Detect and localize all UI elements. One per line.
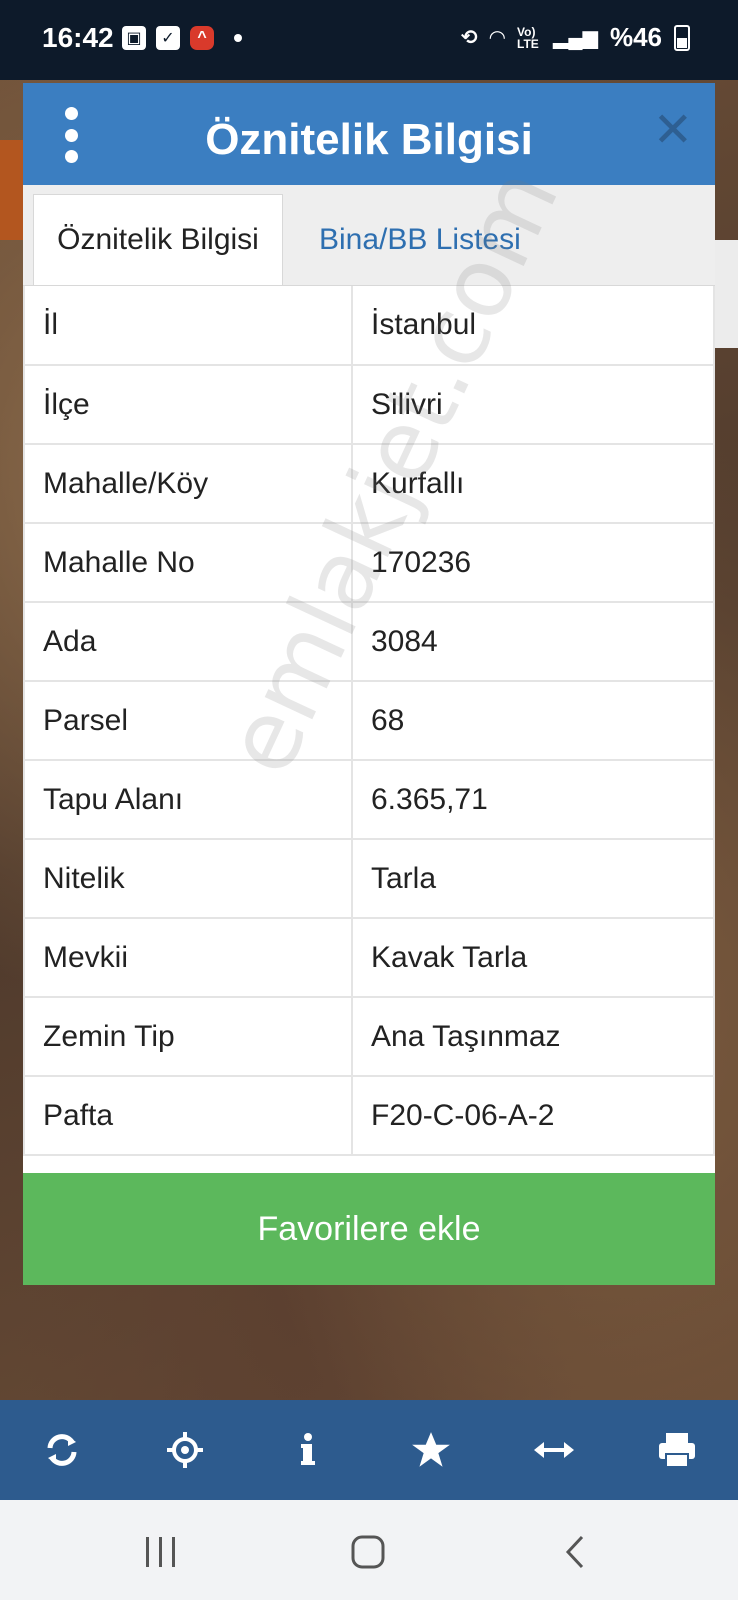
- battery-text: %46: [609, 22, 662, 52]
- attribute-table: İl İstanbul İlçe Silivri Mahalle/Köy Kurfallı…: [23, 286, 715, 1156]
- attribute-value: Silivri: [351, 364, 715, 445]
- signal-icon: ▂▄▆: [553, 27, 598, 49]
- attribute-value: İstanbul: [351, 286, 715, 366]
- close-icon[interactable]: ✕: [653, 107, 693, 155]
- attribute-label: Ada: [23, 601, 353, 682]
- table-row: Mahalle/Köy Kurfallı: [23, 443, 715, 524]
- table-row: Zemin Tip Ana Taşınmaz: [23, 996, 715, 1077]
- status-time: 16:42: [42, 22, 114, 53]
- table-row: Tapu Alanı 6.365,71: [23, 759, 715, 840]
- attribute-value: 170236: [351, 522, 715, 603]
- attribute-value: 3084: [351, 601, 715, 682]
- attribute-label: Nitelik: [23, 838, 353, 919]
- print-icon[interactable]: [647, 1420, 707, 1480]
- bottom-toolbar: [0, 1400, 738, 1500]
- attribute-value: 68: [351, 680, 715, 761]
- attribute-value: Tarla: [351, 838, 715, 919]
- table-row: İl İstanbul: [23, 286, 715, 366]
- modal-header: Öznitelik Bilgisi ✕: [23, 83, 715, 185]
- attribute-value: Ana Taşınmaz: [351, 996, 715, 1077]
- info-icon[interactable]: [278, 1420, 338, 1480]
- recent-apps-button[interactable]: [131, 1530, 191, 1574]
- attribute-value: 6.365,71: [351, 759, 715, 840]
- attribute-label: İl: [23, 286, 353, 366]
- attribute-value: F20-C-06-A-2: [351, 1075, 715, 1156]
- table-row: Parsel 68: [23, 680, 715, 761]
- attribute-label: Mahalle No: [23, 522, 353, 603]
- star-icon[interactable]: [401, 1420, 461, 1480]
- status-bar: 16:42 ▣ ✓ ^ ⟲ ◠ Vo) LTE ▂▄▆ %46: [0, 0, 738, 80]
- attribute-info-modal: Öznitelik Bilgisi ✕ Öznitelik Bilgisi Bi…: [23, 83, 715, 1285]
- notification-icons: ▣ ✓ ^: [122, 26, 242, 50]
- table-row: İlçe Silivri: [23, 364, 715, 445]
- more-notifications-icon: [234, 34, 242, 42]
- table-row: Ada 3084: [23, 601, 715, 682]
- app-notification-icon: ^: [190, 26, 214, 50]
- attribute-label: Mevkii: [23, 917, 353, 998]
- attribute-label: İlçe: [23, 364, 353, 445]
- locate-icon[interactable]: [155, 1420, 215, 1480]
- sync-icon: ⟲: [460, 27, 478, 49]
- measure-icon[interactable]: [524, 1420, 584, 1480]
- table-row: Mevkii Kavak Tarla: [23, 917, 715, 998]
- home-button[interactable]: [338, 1530, 398, 1574]
- attribute-label: Parsel: [23, 680, 353, 761]
- gallery-icon: ▣: [122, 26, 146, 50]
- attribute-value: Kavak Tarla: [351, 917, 715, 998]
- attribute-label: Pafta: [23, 1075, 353, 1156]
- table-row: Mahalle No 170236: [23, 522, 715, 603]
- tab-attribute-info[interactable]: Öznitelik Bilgisi: [33, 194, 283, 285]
- battery-icon: [674, 24, 690, 51]
- attribute-value: Kurfallı: [351, 443, 715, 524]
- table-row: Pafta F20-C-06-A-2: [23, 1075, 715, 1156]
- attribute-label: Zemin Tip: [23, 996, 353, 1077]
- wifi-icon: ◠: [489, 27, 506, 49]
- checkbox-icon: ✓: [156, 26, 180, 50]
- network-label: Vo) LTE: [517, 24, 539, 51]
- modal-title: Öznitelik Bilgisi: [205, 115, 533, 164]
- add-to-favorites-button[interactable]: Favorilere ekle: [23, 1173, 715, 1285]
- table-row: Nitelik Tarla: [23, 838, 715, 919]
- tab-building-list[interactable]: Bina/BB Listesi: [301, 194, 539, 285]
- system-navigation-bar: [0, 1500, 738, 1600]
- refresh-icon[interactable]: [32, 1420, 92, 1480]
- attribute-label: Mahalle/Köy: [23, 443, 353, 524]
- modal-tabs: Öznitelik Bilgisi Bina/BB Listesi: [23, 185, 715, 286]
- back-button[interactable]: [545, 1530, 605, 1574]
- system-icons: ⟲ ◠ Vo) LTE ▂▄▆ %46: [461, 22, 690, 53]
- attribute-label: Tapu Alanı: [23, 759, 353, 840]
